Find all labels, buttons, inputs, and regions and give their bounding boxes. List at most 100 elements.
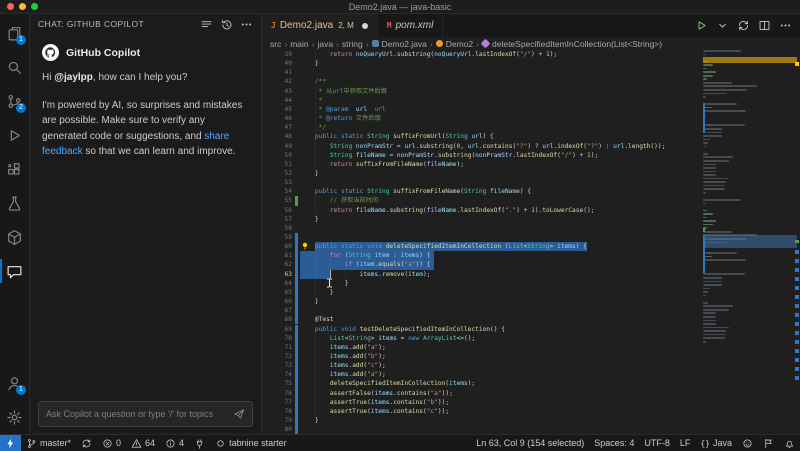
line-number[interactable]: 43 — [262, 87, 292, 96]
line-number[interactable]: 79 — [262, 416, 292, 425]
line-number[interactable]: 49 — [262, 142, 292, 151]
line-number[interactable]: 50 — [262, 151, 292, 160]
status-cursor-position[interactable]: Ln 63, Col 9 (154 selected) — [471, 435, 589, 451]
status-eol[interactable]: LF — [675, 435, 696, 451]
breadcrumb-item-5[interactable]: Demo2.java — [371, 39, 427, 49]
git-modified-indicator[interactable] — [295, 406, 298, 416]
code-line-73[interactable]: items.add("c"); — [300, 361, 800, 371]
line-number[interactable]: 45 — [262, 105, 292, 114]
line-number[interactable]: 39 — [262, 50, 292, 59]
line-number[interactable]: 61 — [262, 251, 292, 260]
line-number[interactable]: 76 — [262, 389, 292, 398]
line-number[interactable]: 52 — [262, 169, 292, 178]
code-line-75[interactable]: deleteSpecifiedItemInCollection(items); — [300, 379, 800, 389]
overview-ruler[interactable] — [794, 50, 800, 434]
line-number[interactable]: 66 — [262, 297, 292, 306]
line-number[interactable]: 42 — [262, 77, 292, 86]
line-number[interactable]: 75 — [262, 379, 292, 388]
line-number[interactable]: 67 — [262, 306, 292, 315]
git-modified-indicator[interactable] — [295, 361, 298, 371]
status-flag[interactable] — [758, 435, 779, 451]
breadcrumb-item-3[interactable]: java — [317, 39, 333, 49]
line-number[interactable]: 68 — [262, 315, 292, 324]
run-dropdown[interactable] — [716, 19, 729, 32]
sync-icon[interactable] — [737, 19, 750, 32]
breadcrumb-item-4[interactable]: string — [342, 39, 363, 49]
status-notifications[interactable] — [779, 435, 800, 451]
chat-input[interactable]: Ask Copilot a question or type '/' for t… — [38, 401, 253, 427]
line-number[interactable]: 65 — [262, 288, 292, 297]
git-modified-indicator[interactable] — [295, 388, 298, 398]
git-modified-indicator[interactable] — [295, 379, 298, 389]
breadcrumb-item-2[interactable]: main — [290, 39, 308, 49]
status-infos[interactable]: 4 — [160, 435, 189, 451]
line-number[interactable]: 41 — [262, 68, 292, 77]
code-line-74[interactable]: items.add("a"); — [300, 370, 800, 380]
git-modified-indicator[interactable] — [295, 342, 298, 352]
code-line-80[interactable] — [300, 425, 800, 434]
send-icon[interactable] — [233, 408, 245, 420]
code-line-72[interactable]: items.add("b"); — [300, 351, 800, 362]
git-modified-indicator[interactable] — [295, 333, 298, 343]
line-number[interactable]: 54 — [262, 187, 292, 196]
line-number[interactable]: 60 — [262, 242, 292, 251]
activity-bar-item-settings[interactable] — [0, 400, 29, 434]
code-line-78[interactable]: assertTrue(items.contains("c")); — [300, 406, 800, 416]
line-number[interactable]: 56 — [262, 206, 292, 215]
code-line-77[interactable]: assertTrue(items.contains("b")); — [300, 397, 800, 407]
breadcrumb-item-6[interactable]: Demo2 — [435, 39, 473, 49]
tab-pom.xml[interactable]: Mpom.xml — [378, 14, 444, 37]
line-number[interactable]: 47 — [262, 123, 292, 132]
line-number[interactable]: 78 — [262, 407, 292, 416]
activity-bar-item-explorer[interactable]: 1 — [0, 16, 29, 50]
status-git-branch[interactable]: master* — [21, 435, 76, 451]
code-line-79[interactable]: } — [300, 416, 800, 425]
status-feedback[interactable] — [737, 435, 758, 451]
more-icon[interactable] — [240, 18, 253, 31]
split-editor-button[interactable] — [758, 19, 771, 32]
activity-bar-item-extensions[interactable] — [0, 152, 29, 186]
activity-bar-item-dependencies[interactable] — [0, 220, 29, 254]
line-number[interactable]: 48 — [262, 132, 292, 141]
history-icon[interactable] — [220, 18, 233, 31]
chat-list-icon[interactable] — [200, 18, 213, 31]
line-number[interactable]: 53 — [262, 178, 292, 187]
git-modified-indicator[interactable] — [295, 269, 298, 279]
line-number[interactable]: 51 — [262, 160, 292, 169]
git-modified-indicator[interactable] — [295, 306, 298, 316]
git-modified-indicator[interactable] — [295, 260, 298, 270]
line-number[interactable]: 64 — [262, 279, 292, 288]
code-line-76[interactable]: assertFalse(items.contains("a")); — [300, 388, 800, 398]
git-modified-indicator[interactable] — [295, 287, 298, 298]
minimap[interactable] — [703, 50, 797, 352]
editor-gutter[interactable]: 39 40 41 42 43 44 45 46 47 48 49 50 51 52 53 54 55 56 57 58… — [262, 50, 300, 434]
unsaved-dot[interactable] — [361, 22, 368, 29]
line-number[interactable]: 74 — [262, 370, 292, 379]
status-tabnine[interactable]: tabnine starter — [210, 435, 292, 451]
line-number[interactable]: 73 — [262, 361, 292, 370]
git-modified-indicator[interactable] — [295, 416, 298, 426]
git-modified-indicator[interactable] — [295, 425, 298, 434]
run-button[interactable] — [695, 19, 708, 32]
line-number[interactable]: 77 — [262, 398, 292, 407]
git-modified-indicator[interactable] — [295, 233, 298, 243]
git-modified-indicator[interactable] — [295, 370, 298, 380]
status-encoding[interactable]: UTF-8 — [639, 435, 675, 451]
git-modified-indicator[interactable] — [295, 397, 298, 407]
line-number[interactable]: 71 — [262, 343, 292, 352]
git-modified-indicator[interactable] — [295, 297, 298, 307]
git-modified-indicator[interactable] — [295, 324, 298, 334]
line-number[interactable]: 63 — [262, 270, 292, 279]
line-number[interactable]: 46 — [262, 114, 292, 123]
line-number[interactable]: 62 — [262, 260, 292, 269]
status-warnings[interactable]: 64 — [126, 435, 160, 451]
line-number[interactable]: 80 — [262, 425, 292, 434]
git-modified-indicator[interactable] — [295, 278, 298, 288]
breadcrumb-item-1[interactable]: src — [270, 39, 281, 49]
activity-bar-item-testing[interactable] — [0, 186, 29, 220]
more-actions-button[interactable] — [779, 19, 792, 32]
activity-bar-item-search[interactable] — [0, 50, 29, 84]
breadcrumb-item-7[interactable]: deleteSpecifiedItemInCollection(List<Str… — [480, 39, 662, 49]
git-modified-indicator[interactable] — [295, 351, 298, 362]
git-added-indicator[interactable] — [295, 196, 298, 206]
